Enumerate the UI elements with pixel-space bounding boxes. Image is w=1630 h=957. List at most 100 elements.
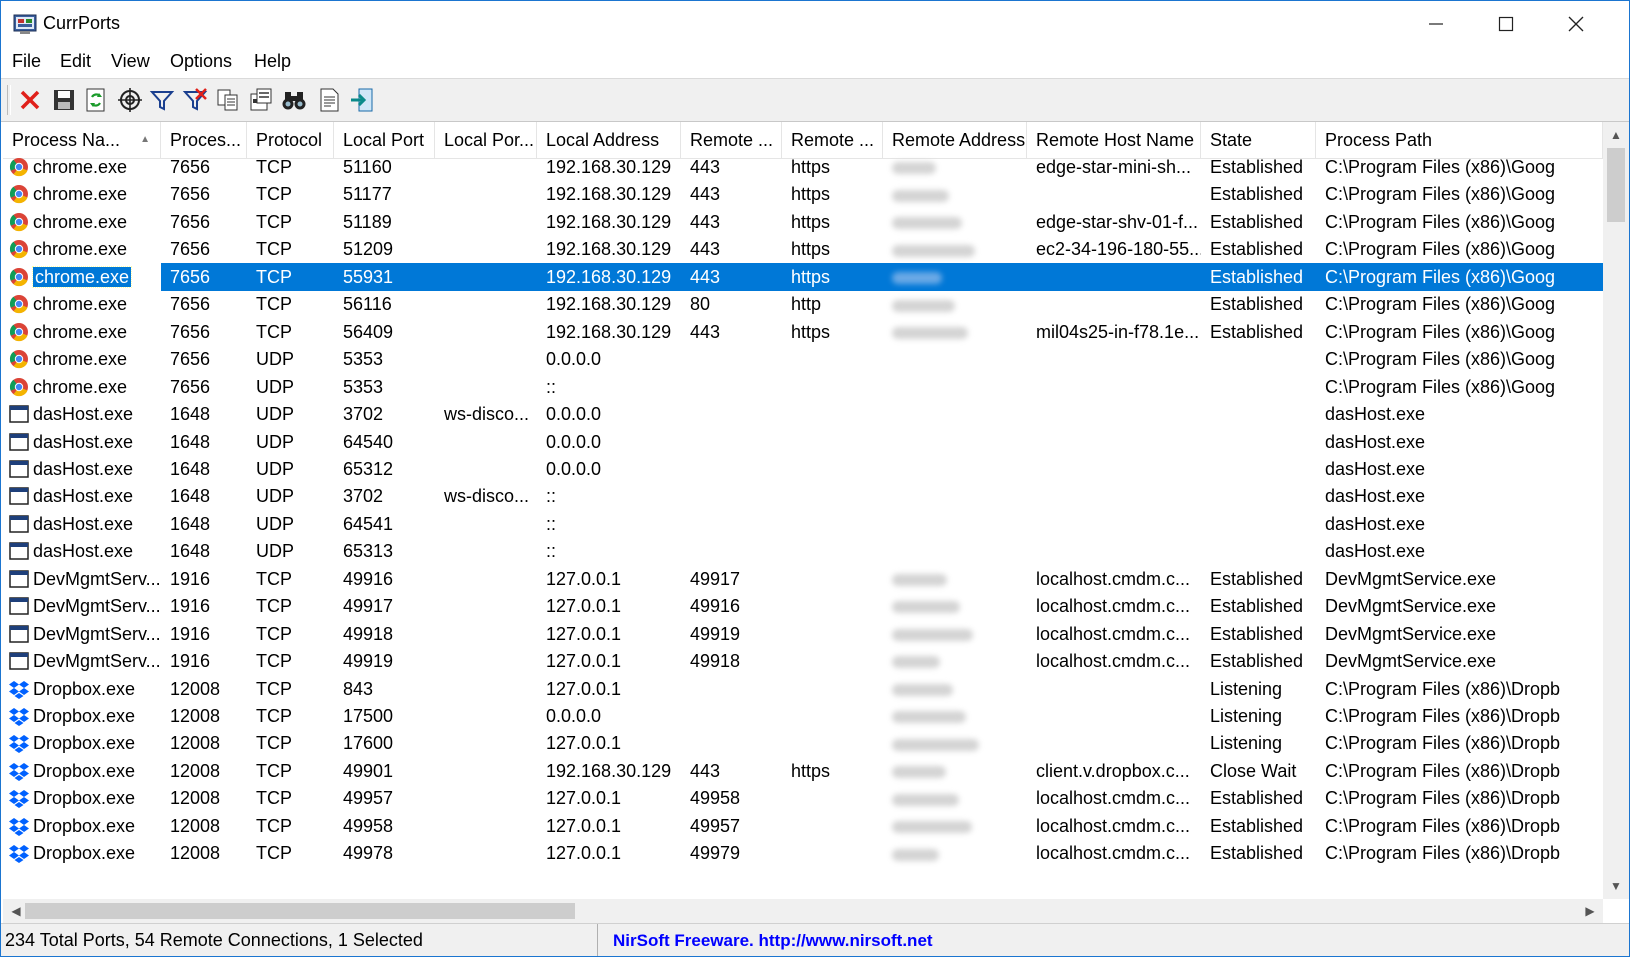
- cell-protocol: TCP: [247, 262, 334, 291]
- cell-remote-port: 49917: [690, 568, 741, 589]
- table-row[interactable]: dasHost.exe 1648 UDP 3702 ws-disco...:: dasHo…: [3, 482, 1603, 510]
- cell-local-port: 17600: [343, 733, 394, 754]
- maximize-icon: [1498, 16, 1514, 32]
- table-row[interactable]: Dropbox.exe 12008 TCP 49957 127.0.0.1 49958 lo…: [3, 784, 1603, 812]
- cell-local-port-name: [435, 812, 537, 840]
- properties-button[interactable]: [246, 85, 276, 115]
- horizontal-scrollbar[interactable]: ◀ ▶: [3, 899, 1603, 923]
- cell-remote-port-name: [782, 482, 883, 510]
- process-name-text: Dropbox.exe: [33, 760, 136, 781]
- cell-remote-host-name: [1027, 675, 1201, 703]
- table-row[interactable]: chrome.exe 7656 TCP 51209 192.168.30.129 443 h…: [3, 235, 1603, 263]
- redacted-address: [892, 162, 936, 175]
- ports-list[interactable]: Process Na... ▲ Proces... Protocol Local Por…: [3, 122, 1603, 899]
- maximize-button[interactable]: [1471, 1, 1541, 47]
- table-row[interactable]: dasHost.exe 1648 UDP 64541:: dasHost.exe: [3, 510, 1603, 538]
- cell-local-address: 127.0.0.1: [546, 651, 622, 672]
- table-row[interactable]: Dropbox.exe 12008 TCP 843 127.0.0.1 Listening…: [3, 675, 1603, 703]
- column-header-label: Local Port: [343, 130, 425, 150]
- table-row[interactable]: chrome.exe 7656 TCP 56116 192.168.30.129 80 ht…: [3, 290, 1603, 318]
- menu-file[interactable]: File: [12, 51, 41, 72]
- process-name-text: chrome.exe: [33, 239, 128, 260]
- cell-state: [1201, 400, 1316, 428]
- vertical-scrollbar[interactable]: ▲ ▼: [1603, 122, 1629, 899]
- cell-local-port: 49901: [343, 760, 394, 781]
- cell-remote-port-name: [782, 400, 883, 428]
- scroll-right-icon[interactable]: ▶: [1577, 898, 1603, 924]
- target-button[interactable]: [115, 85, 145, 115]
- cell-remote-address: [883, 262, 1027, 291]
- cell-process-name: Dropbox.exe: [3, 784, 161, 812]
- table-row[interactable]: chrome.exe 7656 UDP 5353 0.0.0.0 C:\Program F…: [3, 345, 1603, 373]
- horizontal-scroll-thumb[interactable]: [25, 903, 575, 919]
- save-button[interactable]: [49, 85, 79, 115]
- cell-remote-port: 443: [690, 760, 721, 781]
- menu-help[interactable]: Help: [254, 51, 291, 72]
- menu-options[interactable]: Options: [170, 51, 232, 72]
- scroll-down-icon[interactable]: ▼: [1603, 873, 1629, 899]
- menu-view[interactable]: View: [111, 51, 150, 72]
- table-row[interactable]: chrome.exe 7656 UDP 5353:: C:\Program Files …: [3, 373, 1603, 401]
- table-row[interactable]: chrome.exe 7656 TCP 51189 192.168.30.129 443 h…: [3, 208, 1603, 236]
- table-row[interactable]: DevMgmtServ... 1916 TCP 49916 127.0.0.1 49917…: [3, 565, 1603, 593]
- table-row[interactable]: chrome.exe 7656 TCP 56409 192.168.30.129 443 h…: [3, 318, 1603, 346]
- cell-local-port-name: [435, 592, 537, 620]
- minimize-button[interactable]: [1401, 1, 1471, 47]
- vertical-scroll-thumb[interactable]: [1607, 148, 1625, 222]
- cell-remote-address: [883, 290, 1027, 318]
- cell-remote-port: 49919: [690, 623, 741, 644]
- html-report-button[interactable]: [314, 85, 344, 115]
- cell-local-address: 127.0.0.1: [546, 788, 622, 809]
- chrome-icon: [9, 158, 28, 177]
- scroll-up-icon[interactable]: ▲: [1603, 122, 1629, 148]
- cell-local-port: 49918: [343, 623, 394, 644]
- filter-button[interactable]: [147, 85, 177, 115]
- column-header-label: Protocol: [256, 130, 323, 150]
- cell-process-name: chrome.exe: [3, 262, 161, 291]
- table-row[interactable]: Dropbox.exe 12008 TCP 17500 0.0.0.0 Listening…: [3, 702, 1603, 730]
- table-row[interactable]: DevMgmtServ... 1916 TCP 49918 127.0.0.1 49919…: [3, 620, 1603, 648]
- table-row[interactable]: Dropbox.exe 12008 TCP 49958 127.0.0.1 49957 lo…: [3, 812, 1603, 840]
- clear-filter-button[interactable]: [180, 85, 210, 115]
- close-window-button[interactable]: [1541, 1, 1611, 47]
- process-name-text: Dropbox.exe: [33, 788, 136, 809]
- table-row[interactable]: Dropbox.exe 12008 TCP 49901 192.168.30.129 44…: [3, 757, 1603, 785]
- cell-local-port: 51209: [343, 239, 394, 260]
- table-row[interactable]: dasHost.exe 1648 UDP 65313:: dasHost.exe: [3, 537, 1603, 565]
- cell-process-name: Dropbox.exe: [3, 729, 161, 757]
- dropbox-icon: [9, 845, 29, 864]
- cell-local-address: ::: [546, 376, 557, 397]
- table-row[interactable]: DevMgmtServ... 1916 TCP 49917 127.0.0.1 49916…: [3, 592, 1603, 620]
- cell-state: [1201, 455, 1316, 483]
- refresh-button[interactable]: [81, 85, 111, 115]
- menu-edit[interactable]: Edit: [60, 51, 91, 72]
- title-bar[interactable]: CurrPorts: [1, 1, 1629, 47]
- cell-local-address: 0.0.0.0: [546, 706, 602, 726]
- cell-remote-host-name: [1027, 290, 1201, 318]
- cell-local-port-name: [435, 290, 537, 318]
- close-connection-button[interactable]: [15, 85, 45, 115]
- table-row[interactable]: chrome.exe 7656 TCP 51177 192.168.30.129 443 h…: [3, 180, 1603, 208]
- cell-process-id: 12008: [170, 733, 221, 754]
- redacted-address: [892, 628, 973, 641]
- table-row[interactable]: dasHost.exe 1648 UDP 64540 0.0.0.0 dasHost.ex…: [3, 428, 1603, 456]
- table-row[interactable]: chrome.exe 7656 TCP 51160 192.168.30.129 443 h…: [3, 153, 1603, 181]
- exit-button[interactable]: [347, 85, 377, 115]
- nirsoft-link[interactable]: NirSoft Freeware. http://www.nirsoft.net: [613, 924, 933, 956]
- cell-remote-port-name: https: [791, 157, 831, 177]
- cell-state: Established: [1201, 262, 1316, 291]
- table-row[interactable]: Dropbox.exe 12008 TCP 49978 127.0.0.1 49979 lo…: [3, 839, 1603, 867]
- table-row[interactable]: DevMgmtServ... 1916 TCP 49919 127.0.0.1 49918…: [3, 647, 1603, 675]
- cell-process-id: 1648: [170, 458, 211, 479]
- cell-local-address: 192.168.30.129: [546, 294, 672, 315]
- cell-process-path: C:\Program Files (x86)\Goog: [1325, 349, 1556, 370]
- cell-process-id: 12008: [170, 843, 221, 864]
- copy-button[interactable]: [213, 85, 243, 115]
- chrome-icon: [9, 267, 28, 286]
- table-row[interactable]: Dropbox.exe 12008 TCP 17600 127.0.0.1 Listeni…: [3, 729, 1603, 757]
- table-row[interactable]: dasHost.exe 1648 UDP 65312 0.0.0.0 dasHost.ex…: [3, 455, 1603, 483]
- table-row[interactable]: chrome.exe 7656 TCP 55931 192.168.30.129 443 h…: [3, 262, 1603, 291]
- find-button[interactable]: [279, 85, 309, 115]
- cell-remote-address: [883, 510, 1027, 538]
- table-row[interactable]: dasHost.exe 1648 UDP 3702 ws-disco... 0.0.0.0…: [3, 400, 1603, 428]
